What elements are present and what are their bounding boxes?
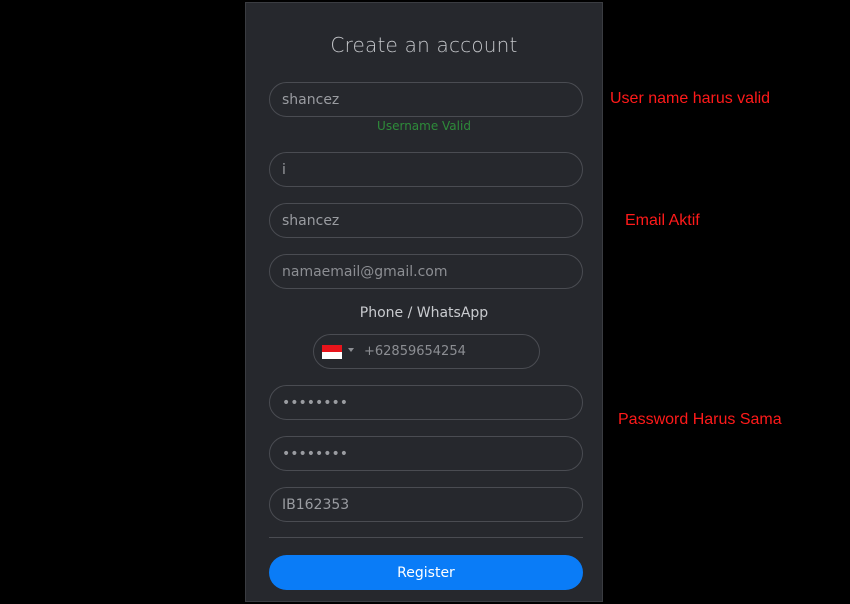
username-valid-hint: Username Valid [377,119,471,133]
email-input[interactable] [269,254,583,289]
password-input[interactable] [269,385,583,420]
registration-panel: Create an account Username Valid Phone /… [245,2,603,602]
phone-input[interactable] [364,335,532,368]
username-input[interactable] [269,82,583,117]
password-confirm-input[interactable] [269,436,583,471]
chevron-down-icon[interactable] [348,348,354,352]
referral-code-input[interactable] [269,487,583,522]
secondary-name-input[interactable] [269,203,583,238]
divider [269,537,583,538]
password-annotation: Password Harus Sama [618,411,782,428]
email-annotation: Email Aktif [625,212,700,229]
form-title: Create an account [330,33,518,57]
phone-field [313,334,540,369]
username-annotation: User name harus valid [610,90,771,107]
indonesia-flag-icon[interactable] [322,345,342,359]
name-input[interactable] [269,152,583,187]
phone-label: Phone / WhatsApp [359,305,489,321]
register-button[interactable]: Register [269,555,583,590]
